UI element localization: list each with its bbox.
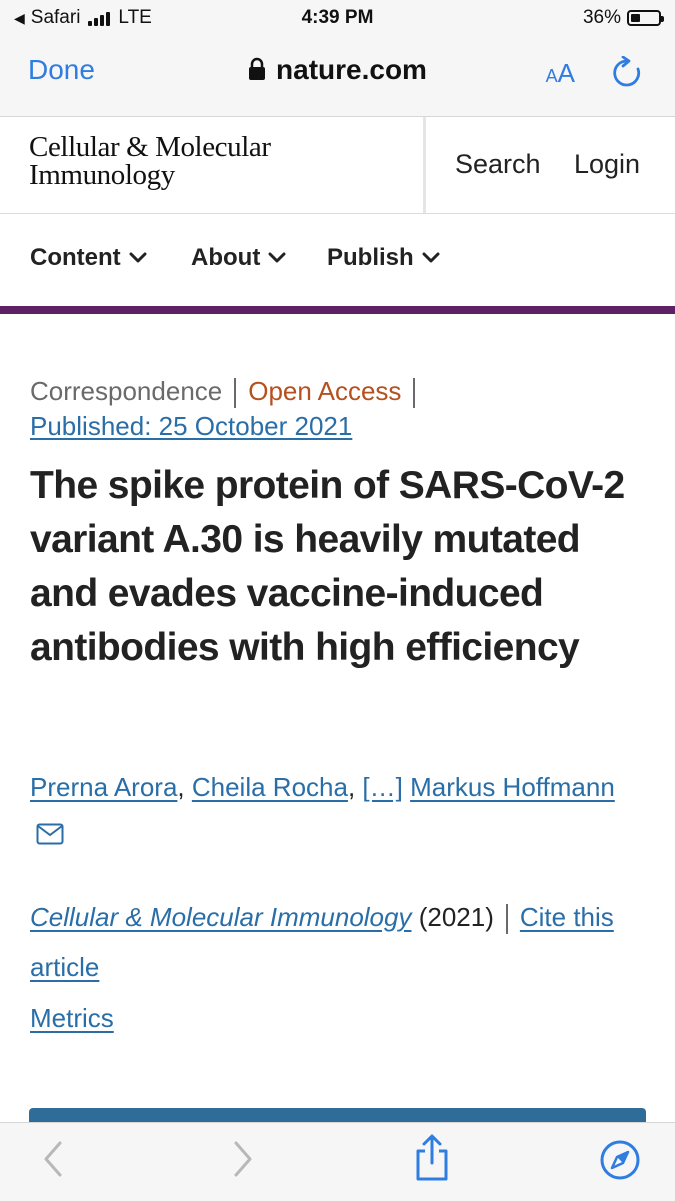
nav-publish-label: Publish — [327, 244, 414, 271]
published-date-link[interactable]: Published: 25 October 2021 — [30, 411, 352, 442]
battery-icon — [627, 10, 664, 26]
header-divider — [423, 117, 426, 213]
author-separator: , — [347, 772, 363, 802]
metrics-link[interactable]: Metrics — [30, 1003, 114, 1034]
logo-line2: Immunology — [29, 159, 175, 191]
meta-divider — [234, 378, 237, 409]
url-text: nature.com — [276, 54, 427, 85]
share-icon[interactable] — [412, 1133, 452, 1183]
logo-line1: Cellular & Molecular — [29, 131, 271, 163]
nav-content-label: Content — [30, 244, 121, 271]
article-meta: Correspondence Open Access — [30, 376, 427, 409]
chevron-down-icon — [129, 252, 147, 263]
safari-address-bar: Done nature.com AA — [0, 38, 675, 117]
chevron-down-icon — [268, 252, 286, 263]
citation-year: (2021) — [418, 902, 494, 932]
nav-about[interactable]: About — [191, 244, 286, 272]
nav-publish[interactable]: Publish — [327, 244, 440, 272]
nav-content[interactable]: Content — [30, 244, 147, 272]
open-access-badge: Open Access — [248, 376, 402, 406]
status-right: 36% — [582, 7, 664, 29]
login-link[interactable]: Login — [574, 149, 640, 180]
compass-icon[interactable] — [599, 1139, 641, 1181]
lock-icon — [249, 57, 266, 80]
chevron-down-icon — [422, 252, 440, 263]
expand-authors-button[interactable]: […] — [362, 772, 402, 802]
nav-about-label: About — [191, 244, 261, 271]
status-time: 4:39 PM — [301, 7, 374, 28]
author-link[interactable]: Markus Hoffmann — [410, 772, 615, 802]
battery-fill — [631, 14, 640, 22]
article-type: Correspondence — [30, 376, 223, 406]
text-size-button[interactable]: AA — [546, 58, 575, 89]
author-link[interactable]: Cheila Rocha — [192, 772, 348, 802]
chevron-right-icon[interactable] — [228, 1137, 258, 1181]
journal-logo[interactable]: Cellular & Molecular Immunology — [29, 131, 271, 191]
journal-link[interactable]: Cellular & Molecular Immunology — [30, 902, 411, 932]
chevron-left-icon[interactable] — [38, 1137, 68, 1181]
battery-percent: 36% — [582, 7, 621, 28]
safari-bottom-toolbar — [0, 1122, 675, 1201]
reload-icon[interactable] — [611, 56, 643, 90]
status-bar: ◀ Safari LTE 4:39 PM 36% — [0, 0, 675, 38]
main-nav: Content About Publish — [0, 214, 675, 314]
search-link[interactable]: Search — [455, 149, 541, 180]
author-separator: , — [177, 772, 192, 802]
author-list: Prerna Arora, Cheila Rocha, […] Markus H… — [30, 762, 630, 862]
author-link[interactable]: Prerna Arora — [30, 772, 177, 802]
article-title: The spike protein of SARS-CoV-2 variant … — [30, 464, 625, 669]
meta-divider — [413, 378, 416, 409]
site-header: Cellular & Molecular Immunology Search L… — [0, 117, 675, 214]
citation-line: Cellular & Molecular Immunology (2021) Ci… — [30, 892, 650, 992]
mail-icon[interactable] — [36, 823, 64, 845]
citation-divider — [505, 904, 508, 935]
